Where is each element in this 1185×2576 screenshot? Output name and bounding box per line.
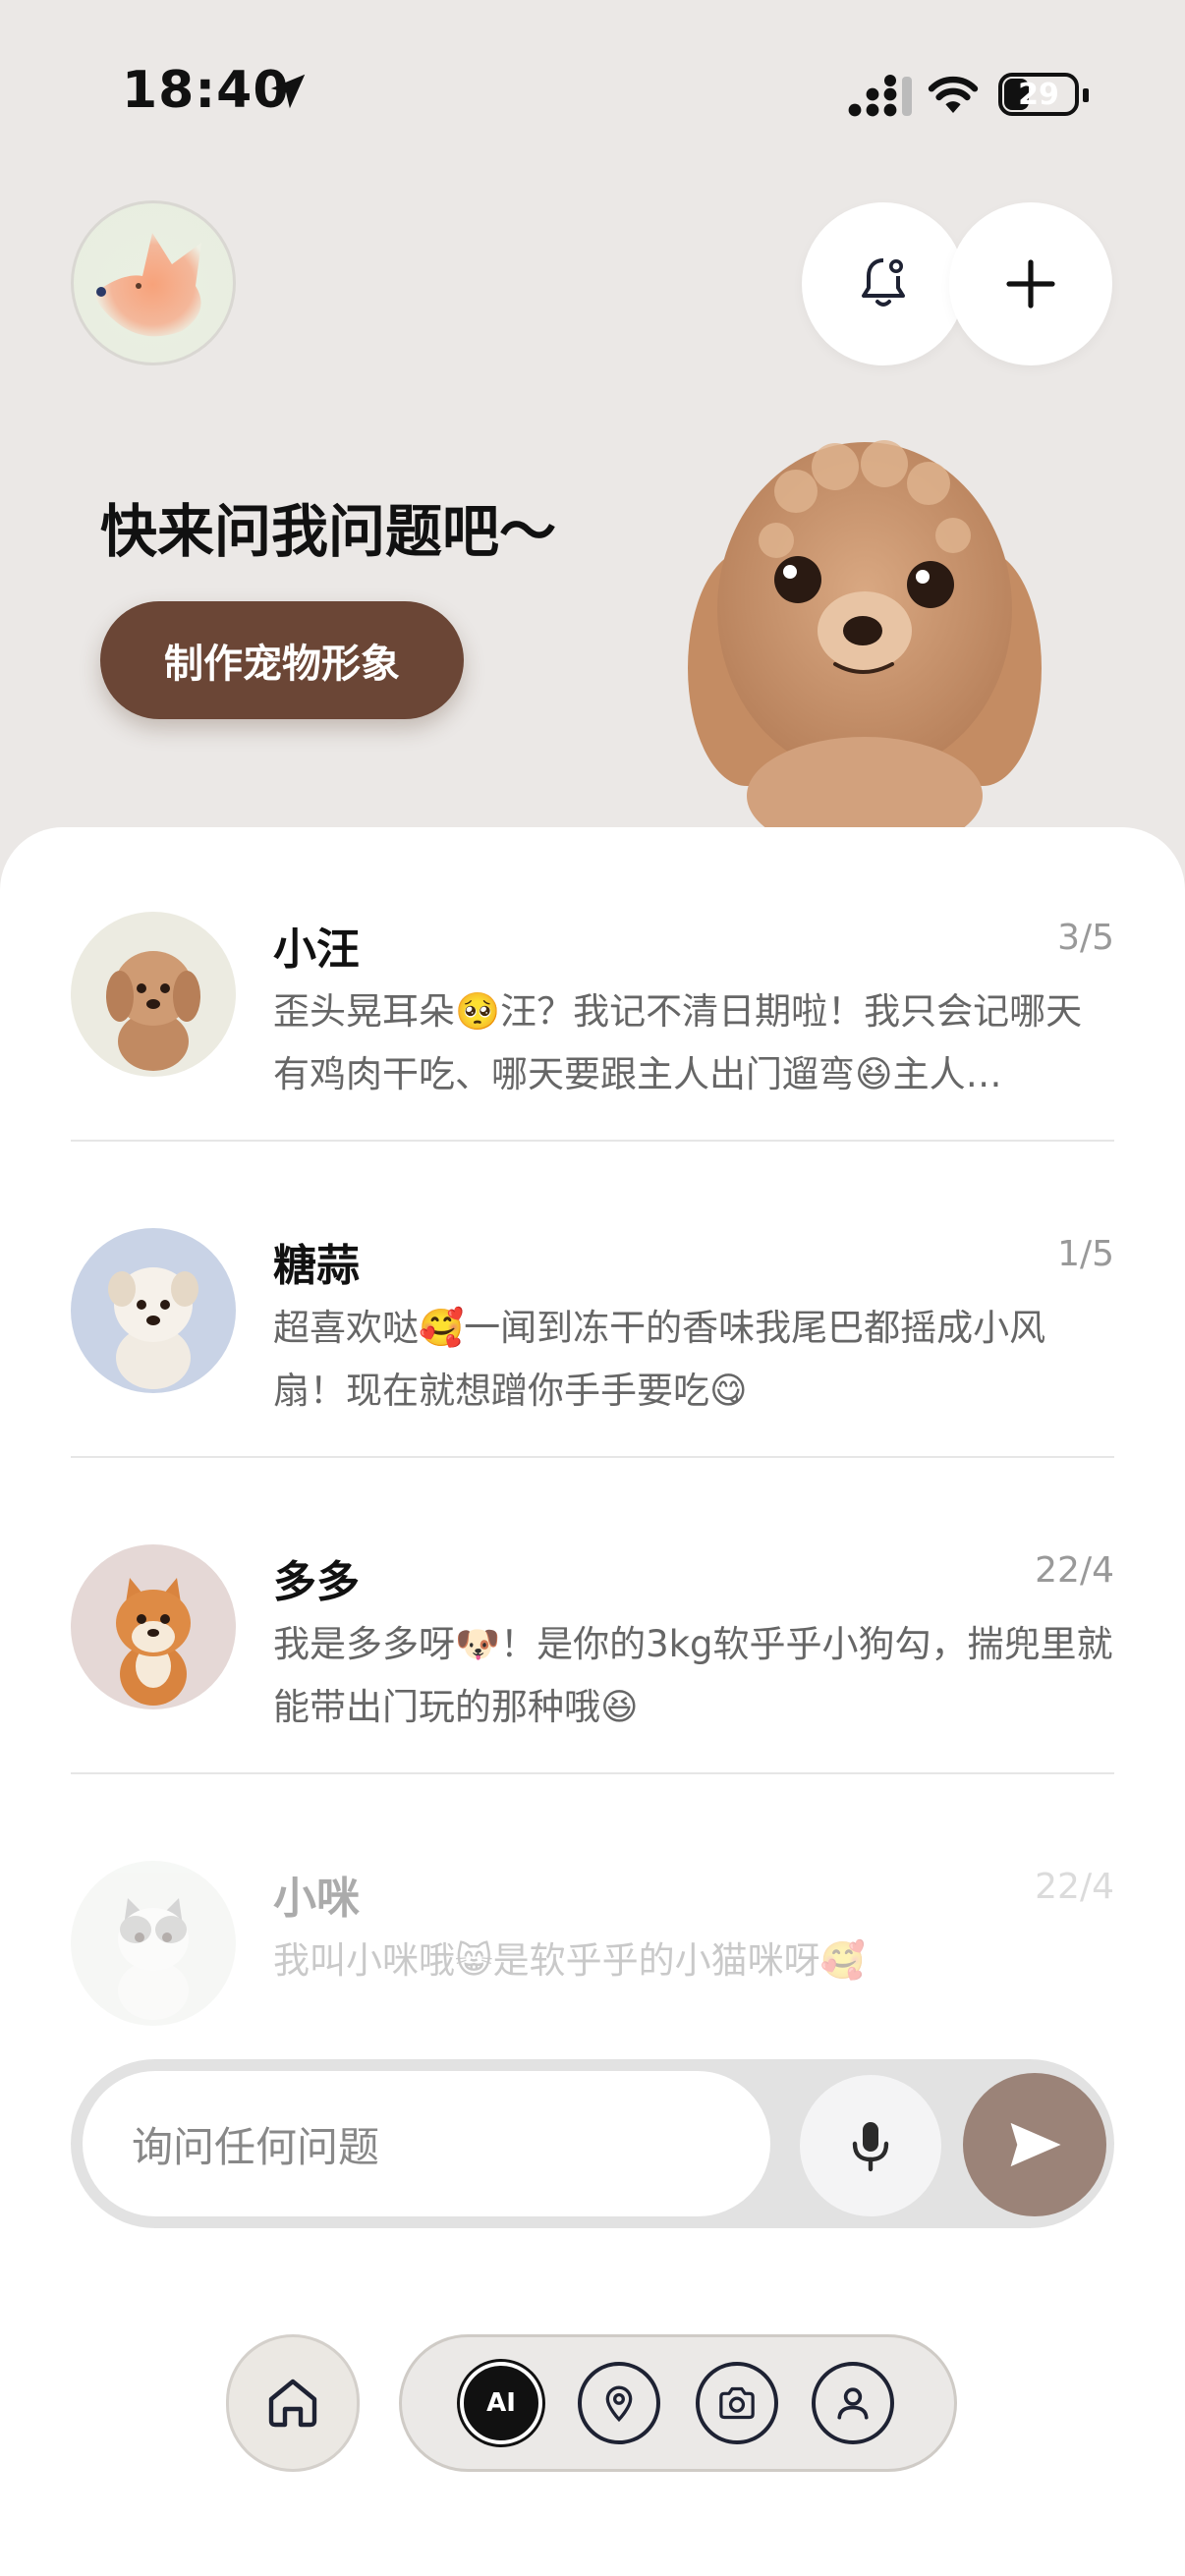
- chat-name: 糖蒜: [273, 1241, 360, 1291]
- chat-list-item[interactable]: 小汪 3/5 歪头晃耳朵🥺汪？我记不清日期啦！我只会记哪天有鸡肉干吃、哪天要跟主…: [71, 827, 1114, 1142]
- poodle-mascot-image: [688, 440, 1042, 835]
- tab-location[interactable]: [578, 2362, 660, 2444]
- chat-list-item[interactable]: 糖蒜 1/5 超喜欢哒🥰一闻到冻干的香味我尾巴都摇成小风扇！现在就想蹭你手手要吃…: [71, 1144, 1114, 1458]
- camera-icon: [719, 2386, 755, 2420]
- poodle-avatar: [71, 912, 236, 1077]
- add-button[interactable]: [949, 202, 1112, 365]
- voice-input-button[interactable]: [800, 2075, 941, 2216]
- user-icon: [837, 2387, 869, 2420]
- hero-title: 快来问我问题吧～: [100, 498, 557, 565]
- chat-date: 22/4: [1035, 1867, 1114, 1907]
- chat-name: 多多: [273, 1557, 360, 1607]
- chat-preview: 我是多多呀🐶！是你的3kg软乎乎小狗勾，揣兜里就能带出门玩的那种哦😆: [273, 1623, 1113, 1728]
- microphone-icon: [852, 2122, 889, 2172]
- tab-camera[interactable]: [696, 2362, 778, 2444]
- chat-date: 1/5: [1057, 1234, 1114, 1274]
- fox-avatar-icon: [93, 233, 201, 337]
- tab-profile[interactable]: [812, 2362, 894, 2444]
- divider: [71, 1456, 1114, 1458]
- chat-name: 小汪: [273, 924, 360, 975]
- send-icon: [1010, 2122, 1061, 2167]
- notification-button[interactable]: [802, 202, 965, 365]
- plus-icon: [1006, 259, 1055, 308]
- chat-list-item[interactable]: 小咪 22/4 我叫小咪哦😸是软乎乎的小猫咪呀🥰: [71, 1776, 1114, 2026]
- divider: [71, 1772, 1114, 1774]
- chat-preview: 超喜欢哒🥰一闻到冻干的香味我尾巴都摇成小风扇！现在就想蹭你手手要吃😋: [273, 1307, 1046, 1412]
- chat-preview: 我叫小咪哦😸是软乎乎的小猫咪呀🥰: [273, 1939, 866, 1982]
- bell-icon: [862, 258, 905, 307]
- chat-date: 22/4: [1035, 1550, 1114, 1591]
- location-pin-icon: [605, 2385, 633, 2423]
- tab-ai[interactable]: AI: [460, 2362, 542, 2444]
- chat-date: 3/5: [1057, 918, 1114, 958]
- cellular-signal-icon: [848, 75, 912, 117]
- location-arrow-icon: [270, 74, 306, 109]
- chat-name: 小咪: [273, 1874, 360, 1924]
- chat-preview: 歪头晃耳朵🥺汪？我记不清日期啦！我只会记哪天有鸡肉干吃、哪天要跟主人出门遛弯😆主…: [273, 990, 1083, 1095]
- create-pet-avatar-button[interactable]: 制作宠物形象: [100, 601, 464, 719]
- white-dog-avatar: [71, 1228, 236, 1393]
- tab-home[interactable]: [226, 2334, 360, 2472]
- divider: [71, 1140, 1114, 1142]
- wifi-icon: [928, 76, 979, 113]
- user-avatar[interactable]: [71, 200, 236, 365]
- status-time: 18:40: [122, 61, 290, 120]
- shiba-avatar: [71, 1544, 236, 1709]
- send-button[interactable]: [963, 2073, 1106, 2216]
- cat-avatar: [71, 1861, 236, 2026]
- home-icon: [268, 2379, 317, 2428]
- battery-indicator: 29: [998, 73, 1089, 116]
- chat-list-item[interactable]: 多多 22/4 我是多多呀🐶！是你的3kg软乎乎小狗勾，揣兜里就能带出门玩的那种…: [71, 1460, 1114, 1774]
- battery-percent: 29: [1018, 77, 1059, 112]
- message-input[interactable]: 询问任何问题: [83, 2071, 770, 2216]
